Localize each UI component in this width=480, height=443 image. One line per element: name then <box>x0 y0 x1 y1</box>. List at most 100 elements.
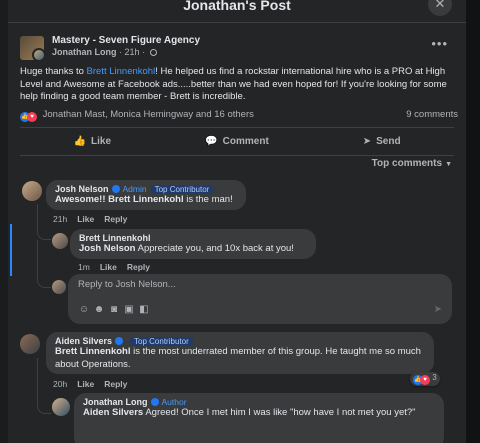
avatar[interactable] <box>22 181 42 201</box>
reply-text-rest: Appreciate you, and 10x back at you! <box>135 243 294 254</box>
thread-connector <box>37 226 51 240</box>
reply-author-name[interactable]: Brett Linnenkohl <box>79 233 307 243</box>
comment-icon: 💬 <box>205 136 218 147</box>
post-time[interactable]: 21h <box>125 47 140 57</box>
reply-thread-indicator <box>10 224 12 276</box>
comment-text: Brett Linnenkohl is the most underrated … <box>55 346 425 371</box>
sort-dropdown[interactable]: Top comments ▼ <box>372 158 452 169</box>
verified-badge-icon <box>111 185 120 193</box>
avatar[interactable] <box>52 233 68 249</box>
avatar <box>52 280 66 294</box>
reply-composer: ☺☻◙▣◧ ➤ <box>68 274 452 324</box>
role-label: Author <box>161 397 187 407</box>
avatar[interactable] <box>52 398 70 416</box>
gif-icon[interactable]: ▣ <box>123 304 135 315</box>
comment-button[interactable]: 💬 Comment <box>165 131 310 153</box>
post-body: Huge thanks to Brett Linnenkohl! He help… <box>20 66 460 104</box>
love-reaction-icon: ♥ <box>420 375 430 385</box>
comment-bubble: Josh Nelson Admin Top Contributor Awesome!… <box>46 180 246 210</box>
reply-author: Jonathan Long Author <box>83 397 435 407</box>
modal-header: Jonathan's Post ✕ <box>8 0 466 18</box>
thread-connector <box>37 276 51 288</box>
reply-actions: 1m Like Reply <box>78 262 160 272</box>
verified-badge-icon <box>115 337 124 345</box>
send-label: Send <box>376 136 401 147</box>
reply-like-button[interactable]: Like <box>100 262 117 272</box>
comment-count[interactable]: 9 comments <box>406 109 458 120</box>
action-bar: 👍 Like 💬 Comment ➤ Send <box>20 131 454 153</box>
thread-line <box>37 204 38 226</box>
reply-bubble: Brett Linnenkohl Josh Nelson Appreciate … <box>70 229 316 259</box>
reply-input[interactable] <box>78 279 438 290</box>
reply-reply-button[interactable]: Reply <box>127 262 150 272</box>
comment-reactions[interactable]: 👍♥ 3 <box>410 372 440 386</box>
comment-actions: 21h Like Reply <box>53 214 137 224</box>
close-icon: ✕ <box>434 0 446 11</box>
avatar-sticker-icon[interactable]: ☺ <box>78 304 90 315</box>
role-label: Admin <box>122 184 147 194</box>
composer-tools: ☺ ☻ ◙ ▣ ◧ <box>78 304 153 315</box>
comment-mention[interactable]: Brett Linnenkohl <box>55 346 130 357</box>
chevron-down-icon: ▼ <box>445 161 452 168</box>
comment-author: Aiden Silvers Top Contributor <box>55 336 425 346</box>
header-divider <box>8 22 466 23</box>
meta-separator: · <box>142 47 146 57</box>
group-name[interactable]: Mastery - Seven Figure Agency <box>52 35 200 46</box>
camera-icon[interactable]: ◙ <box>108 304 120 315</box>
emoji-icon[interactable]: ☻ <box>93 304 105 315</box>
comment-like-button[interactable]: Like <box>77 214 94 224</box>
globe-icon <box>149 49 157 56</box>
comment-time[interactable]: 20h <box>53 379 67 389</box>
divider <box>20 155 454 156</box>
thread-connector <box>37 402 51 414</box>
top-contributor-badge: Top Contributor <box>130 337 193 346</box>
comment-author: Josh Nelson Admin Top Contributor <box>55 184 237 194</box>
background-right <box>466 0 480 443</box>
reply-text: Josh Nelson Appreciate you, and 10x back… <box>79 243 307 256</box>
reply-author-name[interactable]: Jonathan Long <box>83 397 148 407</box>
avatar[interactable] <box>20 334 40 354</box>
post-author[interactable]: Jonathan Long <box>52 47 117 57</box>
divider <box>20 127 454 128</box>
send-button[interactable]: ➤ Send <box>309 131 454 153</box>
thumbs-up-icon: 👍 <box>73 136 87 147</box>
comment-label: Comment <box>222 136 269 147</box>
comment-reply-button[interactable]: Reply <box>104 214 127 224</box>
reply-mention[interactable]: Josh Nelson <box>79 243 136 254</box>
comment-like-button[interactable]: Like <box>77 379 94 389</box>
reply-time[interactable]: 1m <box>78 262 90 272</box>
verified-badge-icon <box>150 398 159 406</box>
comment-reply-button[interactable]: Reply <box>104 379 127 389</box>
comment-mention[interactable]: Awesome!! Brett Linnenkohl <box>55 194 184 205</box>
reply-bubble: Jonathan Long Author Aiden Silvers Agreed… <box>74 393 444 443</box>
background-left <box>0 0 8 443</box>
send-icon: ➤ <box>362 136 372 147</box>
comment-time[interactable]: 21h <box>53 214 67 224</box>
comment-text: Awesome!! Brett Linnenkohl is the man! <box>55 194 237 207</box>
like-button[interactable]: 👍 Like <box>20 131 165 153</box>
like-label: Like <box>91 136 112 147</box>
post-modal: Jonathan's Post ✕ Mastery - Seven Figure… <box>8 0 466 443</box>
reply-text: Aiden Silvers Agreed! Once I met him I w… <box>83 407 435 420</box>
comment-author-name[interactable]: Josh Nelson <box>55 184 109 194</box>
sort-label: Top comments <box>371 158 443 169</box>
comment-text-rest: is the man! <box>183 194 233 205</box>
post-mention-link[interactable]: Brett Linnenkohl <box>87 66 156 77</box>
sticker-icon[interactable]: ◧ <box>138 304 150 315</box>
send-icon[interactable]: ➤ <box>434 304 442 315</box>
top-contributor-badge: Top Contributor <box>150 185 214 194</box>
comment-actions: 20h Like Reply <box>53 379 137 389</box>
comment-author-name[interactable]: Aiden Silvers <box>55 336 112 346</box>
close-button[interactable]: ✕ <box>428 0 452 16</box>
reaction-count: 3 <box>432 373 437 382</box>
modal-title: Jonathan's Post <box>183 0 291 13</box>
author-avatar[interactable] <box>32 48 46 62</box>
love-reaction-icon[interactable]: ♥ <box>27 112 37 122</box>
reactors-list[interactable]: Jonathan Mast, Monica Hemingway and 16 o… <box>43 109 254 120</box>
meta-separator: · <box>119 47 123 57</box>
thread-line <box>37 240 38 276</box>
reply-mention[interactable]: Aiden Silvers <box>83 407 143 418</box>
post-meta: Jonathan Long · 21h · <box>52 47 157 57</box>
reactions-row: 👍♥ Jonathan Mast, Monica Hemingway and 1… <box>20 109 458 122</box>
more-options-button[interactable]: ••• <box>431 36 448 51</box>
